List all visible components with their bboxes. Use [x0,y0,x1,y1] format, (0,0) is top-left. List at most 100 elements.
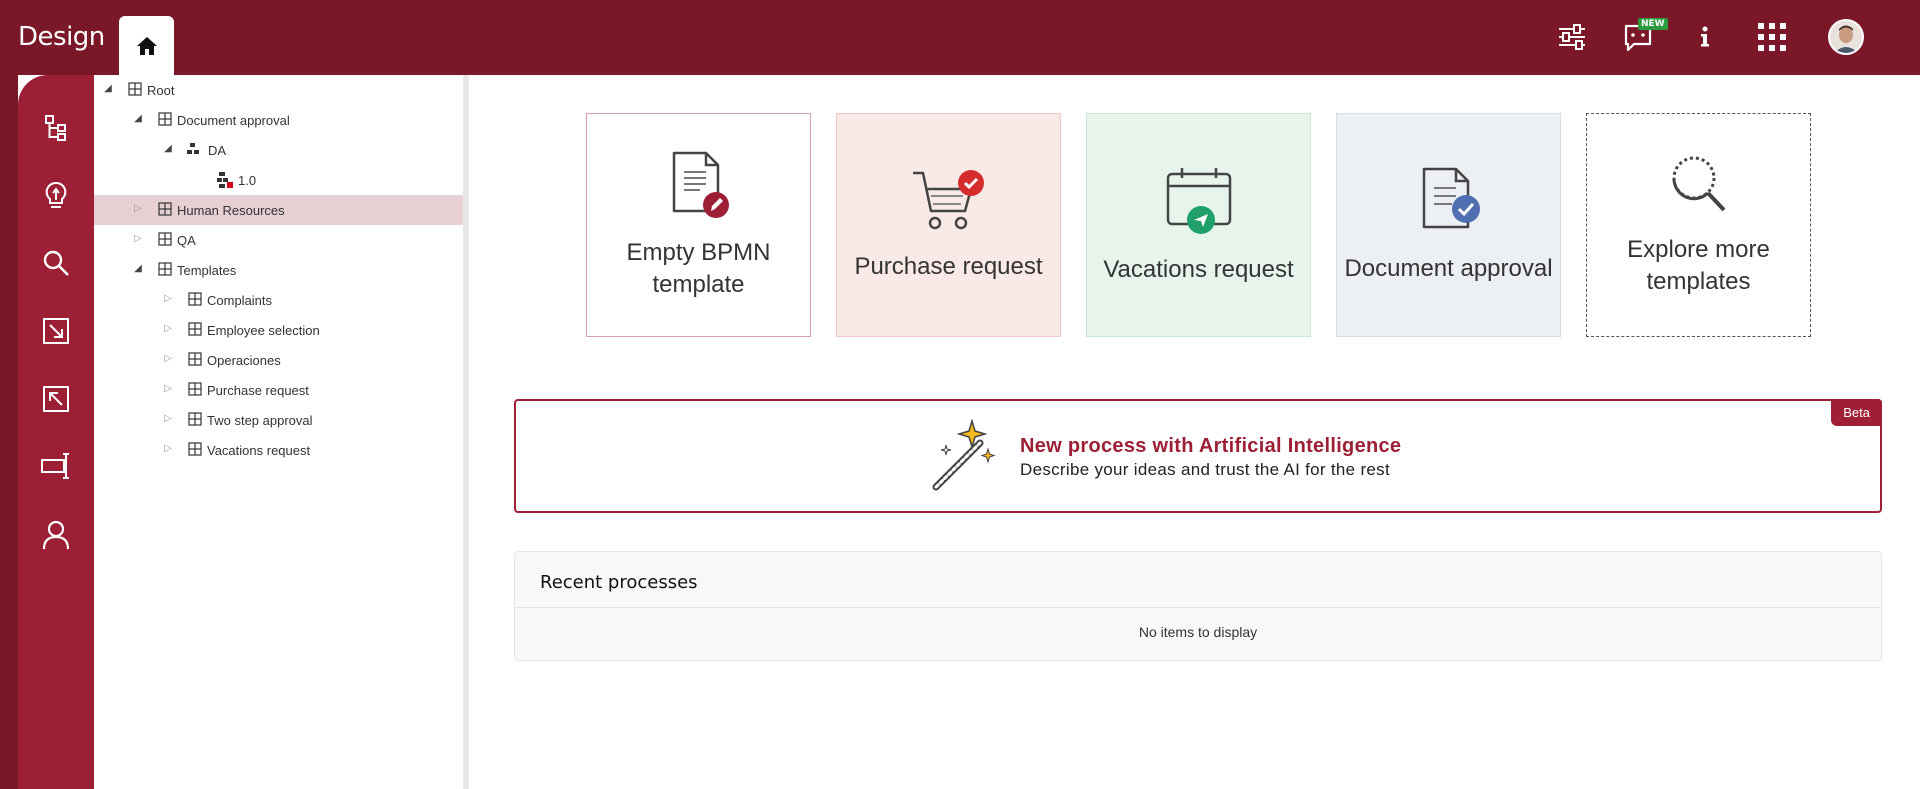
document-edit-icon [672,151,729,218]
tree-node-qa[interactable]: ▷ QA [94,225,463,255]
tree-node-label: Complaints [207,293,273,308]
calendar-send-icon [1166,168,1231,234]
tree-node-human-resources[interactable]: ▷ Human Resources [94,195,463,225]
recent-processes-header: Recent processes [515,552,1881,608]
apps-grid-icon [1758,23,1786,51]
tree-node-root[interactable]: ◢ Root [94,75,463,105]
template-card-label: Empty BPMN template [626,239,771,298]
tree-node-label: Document approval [177,113,290,128]
tree-splitter[interactable] [463,75,469,789]
sidebar-item-import[interactable] [36,311,76,351]
user-menu-button[interactable] [1826,14,1866,60]
new-badge: NEW [1638,18,1668,30]
template-card-label: Vacations request [1103,256,1294,283]
empty-state-text: No items to display [1138,624,1258,640]
export-icon [43,386,69,412]
folder-grid-icon [188,322,202,336]
brand-strip [0,75,18,789]
expand-arrow-icon[interactable]: ▷ [162,323,174,334]
template-card-purchase-request[interactable]: Purchase request [836,113,1061,337]
expand-arrow-icon[interactable]: ▷ [132,203,144,214]
expand-arrow-icon[interactable]: ▷ [162,413,174,424]
tree-node-complaints[interactable]: ▷ Complaints [94,285,463,315]
template-card-label: Purchase request [854,253,1043,280]
feedback-chat-button[interactable]: NEW [1618,14,1668,60]
home-icon [136,36,157,55]
ai-banner-title: New process with Artificial Intelligence [1020,435,1402,457]
sidebar-item-search[interactable] [36,243,76,283]
tree-node-label: QA [177,233,196,248]
tree-node-version[interactable]: 1.0 [94,165,463,195]
process-tree-icon [45,115,66,141]
expand-arrow-icon[interactable]: ▷ [162,443,174,454]
process-tree: ◢ Root ◢ Document approval ◢ DA 1.0 ▷ Hu… [94,75,463,789]
user-icon [42,520,70,550]
folder-grid-icon [158,232,172,246]
template-card-label: Explore more templates [1627,236,1770,295]
collapse-arrow-icon[interactable]: ◢ [162,143,174,154]
tree-node-employee-selection[interactable]: ▷ Employee selection [94,315,463,345]
folder-grid-icon [158,202,172,216]
apps-button[interactable] [1754,14,1790,60]
folder-grid-icon [188,412,202,426]
settings-sliders-button[interactable] [1552,14,1592,60]
collapse-arrow-icon[interactable]: ◢ [132,113,144,124]
expand-arrow-icon[interactable]: ▷ [132,233,144,244]
collapse-arrow-icon[interactable]: ◢ [102,83,114,94]
collapse-arrow-icon[interactable]: ◢ [132,263,144,274]
template-card-empty-bpmn[interactable]: Empty BPMN template [586,113,811,337]
app-brand: Design [18,22,105,52]
top-bar: Design NEW [0,0,1920,75]
expand-arrow-icon[interactable]: ▷ [162,353,174,364]
home-tab[interactable] [119,16,174,75]
ai-process-banner[interactable]: Beta New process with Artificial Intelli… [514,399,1882,513]
tree-node-label: Purchase request [207,383,309,398]
tree-node-label: Vacations request [207,443,311,458]
magic-wand-icon [932,419,996,491]
sidebar-item-ideas[interactable] [36,175,76,215]
tree-node-da[interactable]: ◢ DA [94,135,463,165]
idea-bulb-icon [45,181,67,208]
expand-arrow-icon[interactable]: ▷ [162,293,174,304]
tree-node-label: Templates [177,263,237,278]
folder-grid-icon [188,292,202,306]
template-card-label: Document approval [1344,255,1553,282]
folder-grid-icon [158,112,172,126]
tree-node-label: Operaciones [207,353,281,368]
folder-grid-icon [188,382,202,396]
folder-grid-icon [188,352,202,366]
user-avatar [1828,19,1864,55]
sidebar-item-export[interactable] [36,379,76,419]
tree-node-label: DA [208,143,227,158]
import-icon [43,318,69,344]
tree-node-label: 1.0 [238,173,257,188]
tree-node-purchase-request[interactable]: ▷ Purchase request [94,375,463,405]
process-version-icon [217,172,233,188]
info-icon [1701,26,1709,47]
sidebar-item-process-tree[interactable] [36,108,76,148]
icon-sidebar [18,75,94,789]
cart-check-icon [912,170,984,230]
tree-node-templates[interactable]: ◢ Templates [94,255,463,285]
tree-node-two-step-approval[interactable]: ▷ Two step approval [94,405,463,435]
template-card-explore-more[interactable]: Explore more templates [1586,113,1811,337]
tree-node-operaciones[interactable]: ▷ Operaciones [94,345,463,375]
document-check-icon [1422,167,1480,229]
tree-node-label: Human Resources [177,203,285,218]
tree-node-document-approval[interactable]: ◢ Document approval [94,105,463,135]
process-icon [187,143,199,154]
resize-icon [41,453,69,479]
expand-arrow-icon[interactable]: ▷ [162,383,174,394]
sidebar-item-users[interactable] [36,515,76,555]
beta-badge: Beta [1831,399,1882,426]
tree-node-vacations-request[interactable]: ▷ Vacations request [94,435,463,465]
search-icon [43,250,69,276]
template-card-vacations-request[interactable]: Vacations request [1086,113,1311,337]
sliders-icon [1559,24,1585,50]
info-button[interactable] [1690,14,1720,60]
folder-grid-icon [128,82,142,96]
template-card-document-approval[interactable]: Document approval [1336,113,1561,337]
folder-grid-icon [188,442,202,456]
sidebar-item-resize[interactable] [36,446,76,486]
tree-node-label: Two step approval [207,413,313,428]
